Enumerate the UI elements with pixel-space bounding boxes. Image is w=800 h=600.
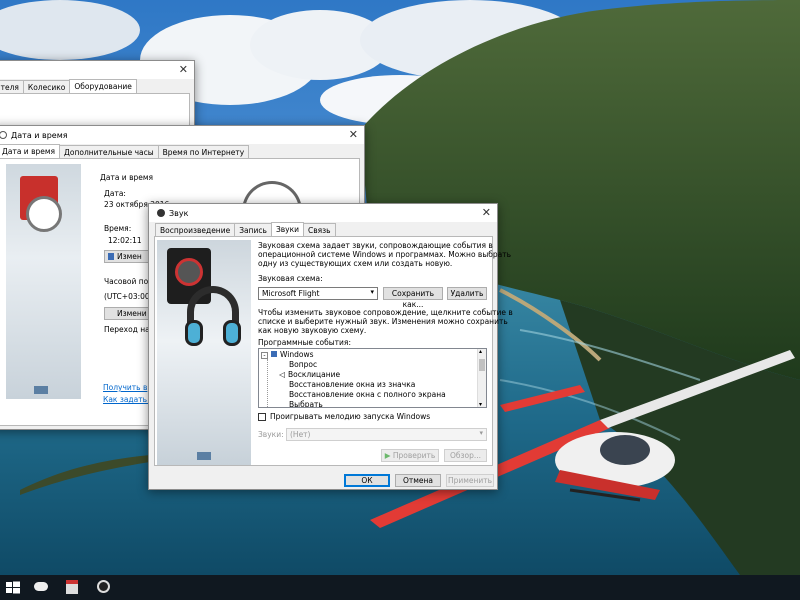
sounds-tab-panel: Звуковая схема задает звуки, сопровождаю… bbox=[154, 236, 513, 466]
cancel-button[interactable]: Отмена bbox=[395, 474, 441, 487]
browse-button[interactable]: Обзор... bbox=[444, 449, 487, 462]
taskbar bbox=[0, 575, 800, 600]
window-titlebar[interactable]: Звук ✕ bbox=[149, 204, 497, 222]
change-timezone-button[interactable]: Измени bbox=[104, 307, 149, 320]
list-item[interactable]: Восстановление окна из значка bbox=[289, 380, 415, 389]
speaker-icon bbox=[157, 209, 165, 217]
tab-sounds[interactable]: Звуки bbox=[270, 222, 305, 236]
startup-sound-label: Проигрывать мелодию запуска Windows bbox=[270, 412, 431, 421]
change-date-time-label: Измен bbox=[117, 252, 142, 261]
scheme-description-line-2: операционной системе Windows и программа… bbox=[258, 250, 512, 259]
how-to-set-link[interactable]: Как задать в bbox=[103, 395, 154, 404]
windows-start-icon[interactable] bbox=[5, 580, 21, 596]
scheme-description-line-3: одну из существующих схем или создать но… bbox=[258, 259, 453, 268]
window-title: Дата и время bbox=[11, 130, 68, 140]
datetime-tabs: Дата и время Дополнительные часы Время п… bbox=[0, 144, 364, 158]
speaker-headphones-illustration bbox=[157, 240, 251, 465]
window-titlebar[interactable]: ✕ bbox=[0, 61, 194, 79]
clock-icon bbox=[0, 131, 7, 139]
calendar-clock-illustration bbox=[6, 164, 81, 399]
event-label: Восклицание bbox=[288, 370, 341, 379]
sound-app-icon[interactable] bbox=[97, 580, 110, 593]
shield-icon bbox=[108, 253, 114, 260]
tab-playback[interactable]: Воспроизведение bbox=[155, 223, 236, 236]
instruction-line-3: как новую звуковую схему. bbox=[258, 326, 367, 335]
dst-text: Переход на bbox=[104, 325, 150, 334]
apply-button[interactable]: Применить bbox=[446, 474, 494, 487]
instruction-line-2: списке и выберите нужный звук. Изменения… bbox=[258, 317, 508, 326]
date-label: Дата: bbox=[104, 189, 126, 198]
sounds-label: Звуки: bbox=[258, 430, 284, 439]
close-icon[interactable]: ✕ bbox=[349, 129, 358, 140]
mouse-icon[interactable] bbox=[34, 582, 48, 591]
tab-pointer-options[interactable]: ателя bbox=[0, 80, 24, 93]
program-events-label: Программные события: bbox=[258, 338, 351, 347]
event-root-label: Windows bbox=[280, 350, 314, 359]
tab-recording[interactable]: Запись bbox=[234, 223, 272, 236]
timezone-label: Часовой по bbox=[104, 277, 149, 286]
test-label: Проверить bbox=[392, 451, 436, 460]
instruction-line-1: Чтобы изменить звуковое сопровождение, щ… bbox=[258, 308, 513, 317]
sound-scheme-label: Звуковая схема: bbox=[258, 274, 323, 283]
mouse-tabs: ателя Колесико Оборудование bbox=[0, 79, 194, 93]
scroll-down-icon[interactable]: ▾ bbox=[479, 401, 482, 407]
time-value: 12:02:11 bbox=[108, 236, 142, 245]
sound-dialog[interactable]: Звук ✕ Воспроизведение Запись Звуки Связ… bbox=[148, 203, 513, 490]
close-icon[interactable]: ✕ bbox=[482, 207, 491, 218]
play-icon: ▶ bbox=[384, 451, 391, 460]
scrollbar-thumb[interactable] bbox=[479, 359, 485, 371]
startup-sound-checkbox[interactable] bbox=[258, 413, 266, 421]
list-item[interactable]: Выбрать bbox=[289, 400, 323, 407]
scroll-up-icon[interactable]: ▴ bbox=[479, 349, 482, 355]
tree-line bbox=[267, 359, 268, 407]
date-time-group-label: Дата и время bbox=[100, 173, 154, 182]
tab-internet-time[interactable]: Время по Интернету bbox=[157, 145, 250, 158]
ok-button[interactable]: ОК bbox=[344, 474, 390, 487]
windows-icon bbox=[271, 351, 277, 357]
test-button[interactable]: ▶ Проверить bbox=[381, 449, 439, 462]
window-title: Звук bbox=[169, 208, 189, 218]
sounds-select[interactable]: (Нет) ▾ bbox=[286, 428, 487, 441]
sound-tabs: Воспроизведение Запись Звуки Связь bbox=[149, 222, 497, 236]
datetime-app-icon[interactable] bbox=[66, 580, 78, 594]
event-root-windows[interactable]: - Windows bbox=[261, 350, 313, 359]
sound-scheme-value: Microsoft Flight bbox=[262, 289, 320, 298]
sound-scheme-select[interactable]: Microsoft Flight ▾ bbox=[258, 287, 378, 300]
program-events-list[interactable]: - Windows Вопрос ◁ Восклицание Восстановле… bbox=[258, 348, 487, 408]
chevron-down-icon: ▾ bbox=[370, 288, 374, 296]
tab-communications[interactable]: Связь bbox=[303, 223, 336, 236]
chevron-down-icon: ▾ bbox=[479, 429, 483, 437]
time-label: Время: bbox=[104, 224, 132, 233]
delete-button[interactable]: Удалить bbox=[447, 287, 487, 300]
collapse-icon[interactable]: - bbox=[261, 352, 268, 359]
window-titlebar[interactable]: Дата и время ✕ bbox=[0, 126, 364, 144]
windows-logo-icon bbox=[34, 386, 48, 394]
list-item[interactable]: Вопрос bbox=[289, 360, 317, 369]
save-as-button[interactable]: Сохранить как... bbox=[383, 287, 443, 309]
tab-date-time[interactable]: Дата и время bbox=[0, 144, 61, 158]
tab-additional-clocks[interactable]: Дополнительные часы bbox=[59, 145, 159, 158]
clock-icon bbox=[26, 196, 62, 232]
events-scrollbar[interactable]: ▴ ▾ bbox=[477, 349, 486, 407]
change-date-time-button[interactable]: Измен bbox=[104, 250, 154, 263]
scheme-description-line-1: Звуковая схема задает звуки, сопровождаю… bbox=[258, 241, 493, 250]
list-item[interactable]: ◁ Восклицание bbox=[279, 370, 340, 379]
list-item[interactable]: Восстановление окна с полного экрана bbox=[289, 390, 446, 399]
windows-logo-icon bbox=[197, 452, 211, 460]
sounds-value: (Нет) bbox=[290, 430, 311, 439]
speaker-icon: ◁ bbox=[279, 370, 285, 379]
get-more-info-link[interactable]: Получить в bbox=[103, 383, 147, 392]
timezone-value: (UTC+03:00 bbox=[104, 292, 150, 301]
tab-hardware[interactable]: Оборудование bbox=[69, 79, 137, 93]
close-icon[interactable]: ✕ bbox=[179, 64, 188, 75]
tab-wheel[interactable]: Колесико bbox=[22, 80, 71, 93]
